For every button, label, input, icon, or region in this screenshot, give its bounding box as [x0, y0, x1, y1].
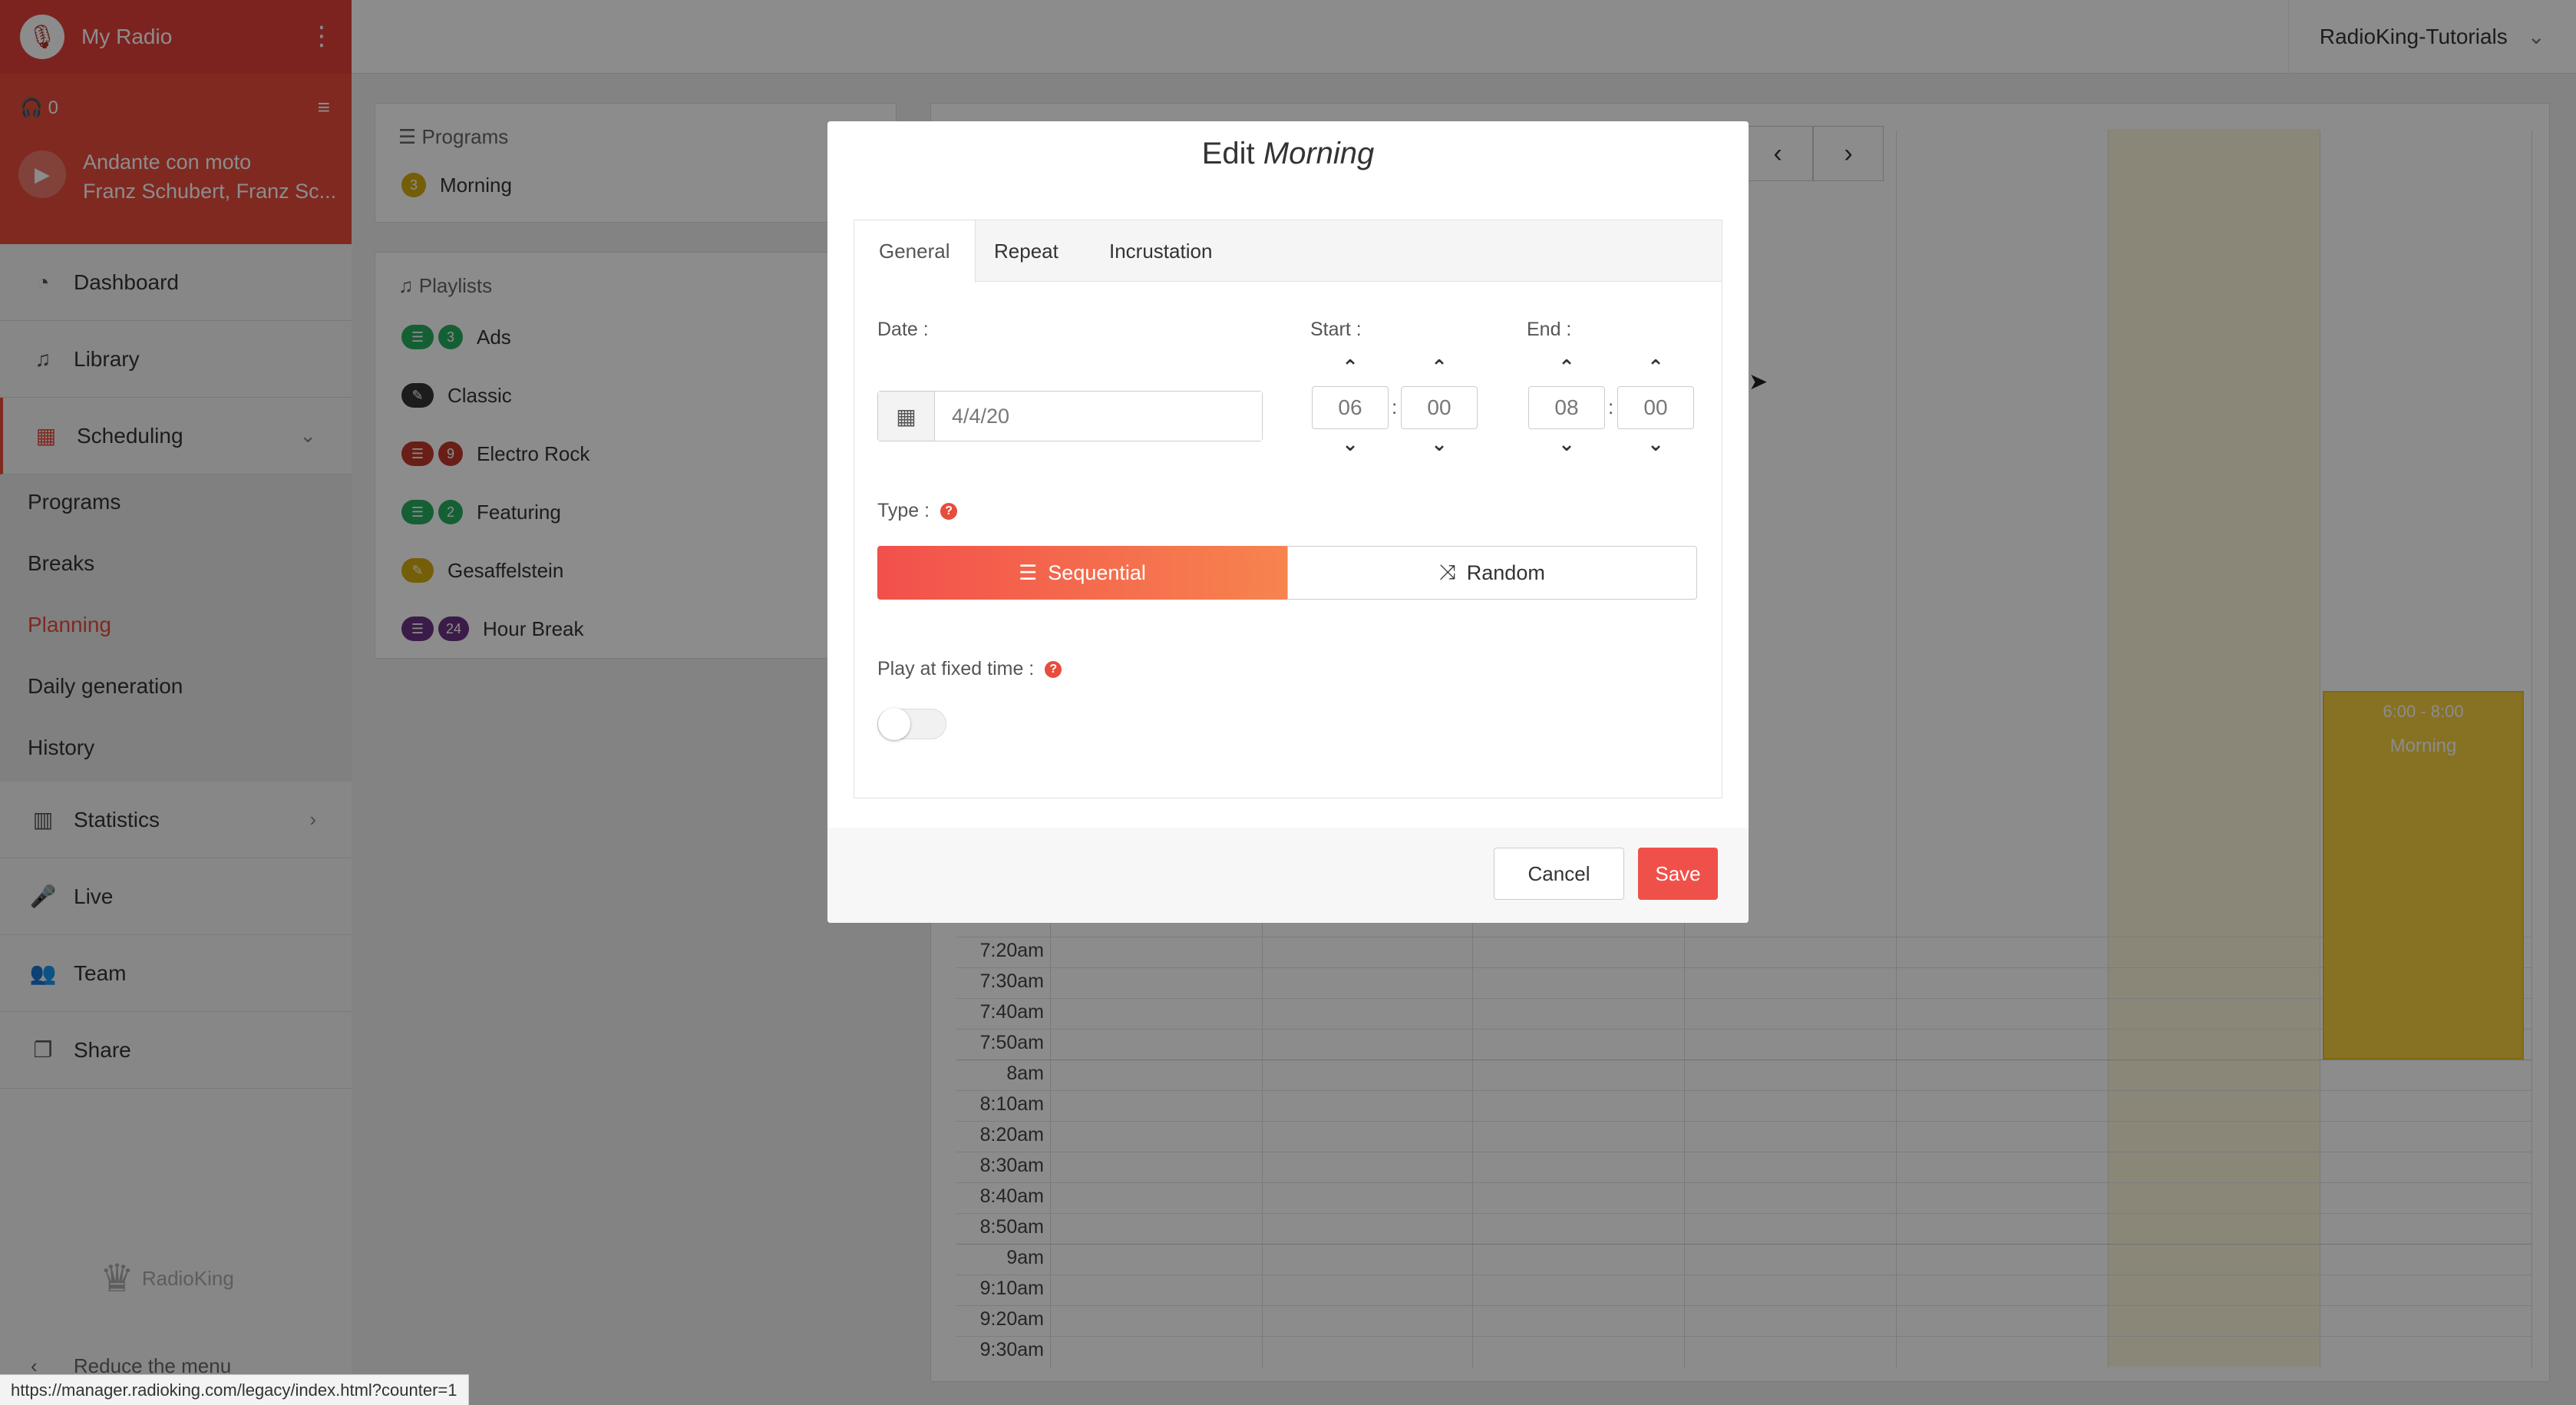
modal-title-prefix: Edit	[1201, 137, 1263, 170]
edit-program-modal: Edit Morning General Repeat Incrustation…	[827, 121, 1768, 923]
fixed-time-label-text: Play at fixed time :	[877, 658, 1035, 679]
start-minute-down-icon[interactable]: ⌄	[1401, 432, 1478, 456]
end-hour-input[interactable]: 08	[1528, 386, 1605, 429]
start-hour-down-icon[interactable]: ⌄	[1312, 432, 1389, 456]
help-icon[interactable]: ?	[940, 503, 958, 521]
end-hour-down-icon[interactable]: ⌄	[1528, 432, 1605, 456]
type-random-button[interactable]: ⤨ Random	[1287, 546, 1697, 600]
type-sequential-label: Sequential	[1048, 560, 1146, 584]
cancel-button[interactable]: Cancel	[1494, 848, 1624, 900]
time-separator: :	[1392, 395, 1398, 418]
modal-title: Edit Morning	[827, 137, 1749, 171]
time-separator: :	[1608, 395, 1614, 418]
toggle-knob	[878, 708, 910, 740]
type-label: Type :?	[877, 500, 958, 522]
end-minute-input[interactable]: 00	[1617, 386, 1694, 429]
start-hour-up-icon[interactable]: ⌃	[1312, 355, 1389, 379]
tab-bar: General Repeat Incrustation	[854, 220, 1722, 283]
modal-title-name: Morning	[1263, 137, 1375, 170]
tab-incrustation[interactable]: Incrustation	[1085, 220, 1237, 282]
type-label-text: Type :	[877, 500, 930, 521]
date-field-group: ▦	[877, 391, 1263, 441]
date-label: Date :	[877, 319, 929, 340]
end-hour-up-icon[interactable]: ⌃	[1528, 355, 1605, 379]
type-sequential-button[interactable]: ☰ Sequential	[877, 546, 1287, 600]
fixed-time-label: Play at fixed time :?	[877, 658, 1062, 680]
start-label: Start :	[1310, 319, 1362, 340]
end-minute-up-icon[interactable]: ⌃	[1617, 355, 1694, 379]
date-input[interactable]	[935, 392, 1262, 441]
help-icon[interactable]: ?	[1045, 661, 1062, 679]
list-icon: ☰	[1019, 560, 1038, 584]
end-label: End :	[1527, 319, 1572, 340]
type-random-label: Random	[1466, 560, 1545, 584]
mouse-cursor-icon: ➤	[1749, 369, 1769, 395]
tab-general[interactable]: General	[854, 220, 976, 283]
end-minute-down-icon[interactable]: ⌄	[1617, 432, 1694, 456]
start-hour-input[interactable]: 06	[1312, 386, 1389, 429]
start-minute-up-icon[interactable]: ⌃	[1401, 355, 1478, 379]
start-minute-input[interactable]: 00	[1401, 386, 1478, 429]
calendar-icon[interactable]: ▦	[878, 392, 935, 441]
save-button[interactable]: Save	[1638, 848, 1718, 900]
fixed-time-toggle[interactable]	[877, 708, 946, 740]
shuffle-icon: ⤨	[1439, 560, 1456, 583]
tab-repeat[interactable]: Repeat	[969, 220, 1083, 282]
tabs-container: General Repeat Incrustation Date : ▦ Sta…	[854, 220, 1722, 798]
status-bar-url: https://manager.radioking.com/legacy/ind…	[0, 1374, 469, 1405]
